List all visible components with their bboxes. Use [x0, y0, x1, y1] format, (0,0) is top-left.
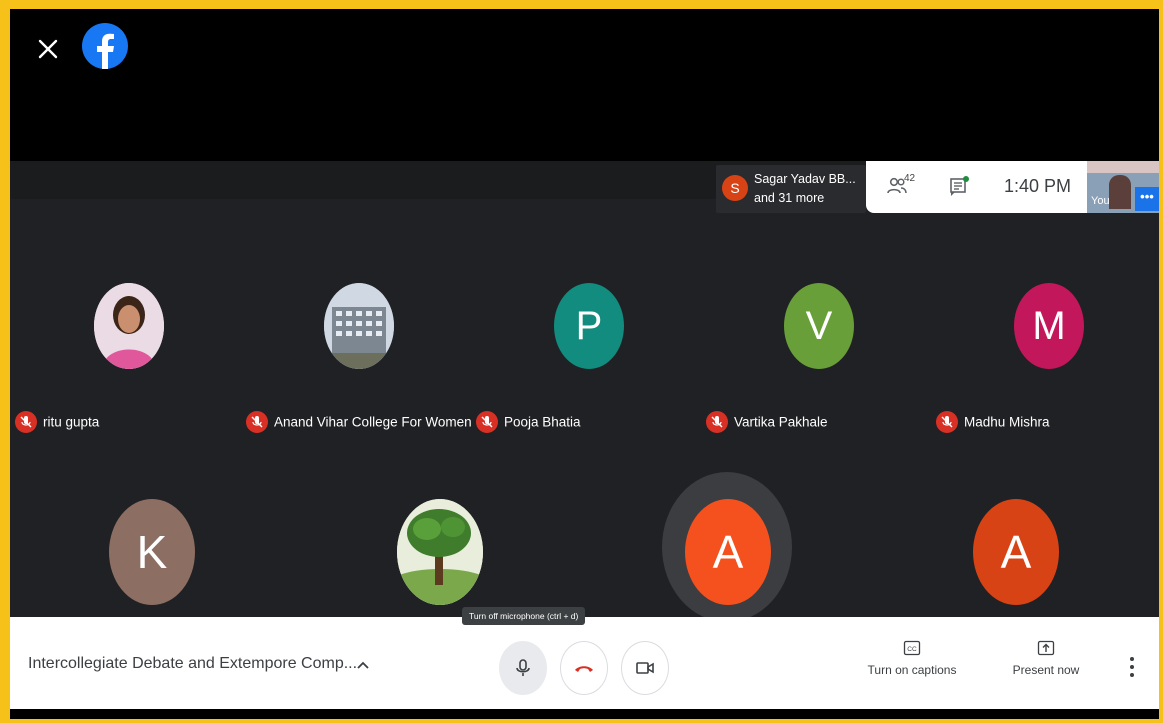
meeting-info-bar: 42 1:40 PM [866, 161, 1087, 213]
participant-name: Pooja Bhatia [504, 414, 581, 430]
meeting-title[interactable]: Intercollegiate Debate and Extempore Com… [28, 655, 357, 673]
presenter-chip[interactable]: S Sagar Yadav BB... and 31 more [716, 165, 866, 213]
chevron-up-icon[interactable] [355, 657, 371, 673]
mic-off-icon [476, 411, 498, 433]
mic-off-icon [936, 411, 958, 433]
chat-icon[interactable] [948, 175, 970, 197]
participant-name: Vartika Pakhale [734, 414, 828, 430]
meeting-controls-bar: Intercollegiate Debate and Extempore Com… [10, 607, 1159, 709]
participant-label: Anand Vihar College For Women [246, 411, 472, 435]
participant-initial-avatar: K [109, 499, 195, 605]
self-view-thumbnail[interactable]: You ••• [1087, 161, 1159, 213]
self-view-label: You [1091, 195, 1110, 207]
participant-initial-avatar: P [554, 283, 624, 369]
hang-up-icon [575, 666, 593, 672]
presenter-name: Sagar Yadav BB... [754, 172, 856, 186]
camera-button[interactable] [621, 641, 669, 695]
participant-name: Anand Vihar College For Women [274, 414, 472, 430]
participant-label: Vartika Pakhale [706, 411, 828, 435]
close-icon[interactable] [34, 35, 62, 63]
participant-label: Pooja Bhatia [476, 411, 581, 435]
participant-tile[interactable]: V [705, 283, 935, 369]
present-icon [1037, 640, 1055, 656]
captions-icon-text: CC [907, 646, 917, 653]
participant-name: ritu gupta [43, 414, 100, 430]
self-view-background [1087, 161, 1159, 173]
present-now-button[interactable]: Present now [1006, 639, 1086, 677]
presenter-avatar: S [722, 175, 748, 201]
participant-photo-avatar [397, 499, 483, 605]
clock-time: 1:40 PM [1004, 176, 1072, 196]
more-options-icon[interactable] [1126, 653, 1138, 681]
more-options-icon[interactable]: ••• [1135, 187, 1159, 211]
captions-label: Turn on captions [867, 663, 957, 677]
microphone-icon [516, 659, 530, 676]
camera-icon [636, 662, 654, 674]
participant-photo-avatar [324, 283, 394, 369]
facebook-logo-icon [82, 23, 128, 69]
microphone-button[interactable] [499, 641, 547, 695]
participant-tile[interactable]: M [935, 283, 1159, 369]
video-frame: S Sagar Yadav BB... and 31 more 42 1:40 … [10, 9, 1159, 719]
meet-stage: S Sagar Yadav BB... and 31 more 42 1:40 … [10, 161, 1159, 622]
mic-off-icon [706, 411, 728, 433]
participant-label: ritu gupta [15, 411, 99, 435]
participant-label: Madhu Mishra [936, 411, 1050, 435]
participant-photo-avatar [94, 283, 164, 369]
captions-icon: CC [903, 640, 921, 656]
self-view-person [1109, 175, 1131, 209]
participant-tile[interactable] [318, 499, 548, 605]
captions-button[interactable]: CC Turn on captions [860, 639, 964, 677]
participant-count: 42 [904, 173, 916, 184]
mic-off-icon [15, 411, 37, 433]
participant-tile[interactable] [245, 283, 475, 369]
leave-call-button[interactable] [560, 641, 608, 695]
participant-tile[interactable] [15, 283, 245, 369]
participant-initial-avatar: M [1014, 283, 1084, 369]
facebook-top-bar [10, 9, 1159, 161]
participant-tile[interactable]: A [894, 499, 1124, 605]
mic-tooltip: Turn off microphone (ctrl + d) [462, 607, 586, 625]
present-label: Present now [1012, 663, 1080, 677]
presenter-more: and 31 more [754, 191, 825, 205]
participant-initial-avatar: V [784, 283, 854, 369]
bottom-edge [10, 709, 1159, 719]
participant-initial-avatar: A [685, 499, 771, 605]
participant-name: Madhu Mishra [964, 414, 1050, 430]
participant-initial-avatar: A [973, 499, 1059, 605]
participant-tile[interactable]: P [475, 283, 705, 369]
participant-tile[interactable]: A [606, 499, 836, 605]
participant-tile[interactable]: K [30, 499, 260, 605]
mic-off-icon [246, 411, 268, 433]
